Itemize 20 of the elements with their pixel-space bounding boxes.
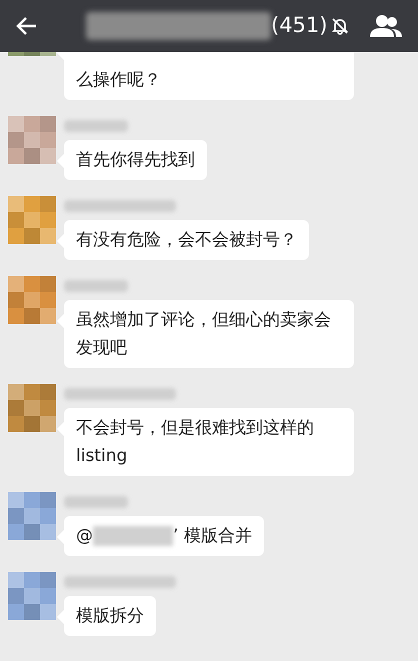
back-icon[interactable] <box>16 16 38 36</box>
message-text: 模版拆分 <box>76 606 144 626</box>
message-text: 首先你得先找到 <box>76 150 195 170</box>
member-count: (451) <box>271 12 328 40</box>
avatar[interactable] <box>8 384 56 432</box>
message-text: 虽然增加了评论，但细心的卖家会发现吧 <box>76 310 331 358</box>
avatar[interactable] <box>8 492 56 540</box>
avatar[interactable] <box>8 196 56 244</box>
message-text: ’ 模版合并 <box>173 525 252 548</box>
mention-at: @ <box>76 525 93 548</box>
message-text: 有没有危险，会不会被封号？ <box>76 230 297 250</box>
message-text: 不会封号，但是很难找到这样的listing <box>76 418 314 466</box>
avatar[interactable] <box>8 572 56 620</box>
message-text: 么操作呢？ <box>76 70 161 90</box>
blurred-name <box>64 120 128 132</box>
avatar[interactable] <box>8 276 56 324</box>
blurred-name <box>64 280 128 292</box>
people-icon[interactable] <box>370 14 402 38</box>
blurred-name <box>64 496 128 508</box>
avatar[interactable] <box>8 116 56 164</box>
